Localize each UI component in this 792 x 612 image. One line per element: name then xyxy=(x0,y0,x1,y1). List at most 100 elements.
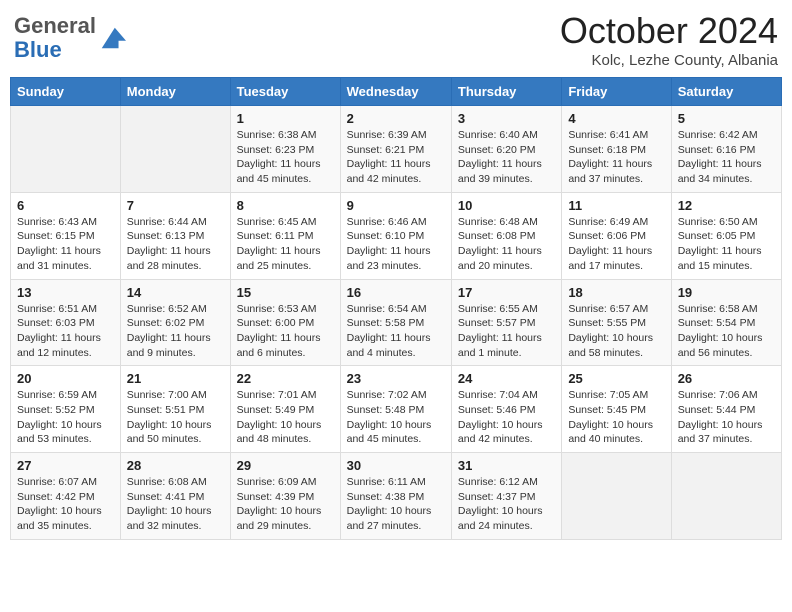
day-info: Sunrise: 6:43 AM Sunset: 6:15 PM Dayligh… xyxy=(17,215,114,274)
day-number: 24 xyxy=(458,371,555,386)
day-info: Sunrise: 7:00 AM Sunset: 5:51 PM Dayligh… xyxy=(127,388,224,447)
day-info: Sunrise: 6:55 AM Sunset: 5:57 PM Dayligh… xyxy=(458,302,555,361)
day-info: Sunrise: 6:12 AM Sunset: 4:37 PM Dayligh… xyxy=(458,475,555,534)
day-info: Sunrise: 6:11 AM Sunset: 4:38 PM Dayligh… xyxy=(347,475,445,534)
calendar-cell: 5Sunrise: 6:42 AM Sunset: 6:16 PM Daylig… xyxy=(671,106,781,193)
day-number: 29 xyxy=(237,458,334,473)
day-info: Sunrise: 7:01 AM Sunset: 5:49 PM Dayligh… xyxy=(237,388,334,447)
calendar-cell: 12 Sunrise: 6:50 AM Sunset: 6:05 PM Dayli… xyxy=(671,192,781,279)
calendar-cell: 29 Sunrise: 6:09 AM Sunset: 4:39 PM Dayli… xyxy=(230,453,340,540)
day-number: 20 xyxy=(17,371,114,386)
calendar-cell: 14 Sunrise: 6:52 AM Sunset: 6:02 PM Dayli… xyxy=(120,279,230,366)
day-info: Sunrise: 6:50 AM Sunset: 6:05 PM Dayligh… xyxy=(678,215,775,274)
calendar-table: SundayMondayTuesdayWednesdayThursdayFrid… xyxy=(10,77,782,540)
day-number: 27 xyxy=(17,458,114,473)
day-info: Sunrise: 7:05 AM Sunset: 5:45 PM Dayligh… xyxy=(568,388,664,447)
day-info: Sunrise: 6:38 AM Sunset: 6:23 PM Dayligh… xyxy=(237,128,334,187)
calendar-cell: 24 Sunrise: 7:04 AM Sunset: 5:46 PM Dayli… xyxy=(451,366,561,453)
logo-text: General Blue xyxy=(14,14,96,62)
day-info: Sunrise: 6:59 AM Sunset: 5:52 PM Dayligh… xyxy=(17,388,114,447)
calendar-cell: 21 Sunrise: 7:00 AM Sunset: 5:51 PM Dayli… xyxy=(120,366,230,453)
calendar-cell: 25 Sunrise: 7:05 AM Sunset: 5:45 PM Dayli… xyxy=(562,366,671,453)
day-info: Sunrise: 7:06 AM Sunset: 5:44 PM Dayligh… xyxy=(678,388,775,447)
day-header-thursday: Thursday xyxy=(451,78,561,106)
day-header-tuesday: Tuesday xyxy=(230,78,340,106)
day-info: Sunrise: 6:42 AM Sunset: 6:16 PM Dayligh… xyxy=(678,128,775,187)
day-info: Sunrise: 6:40 AM Sunset: 6:20 PM Dayligh… xyxy=(458,128,555,187)
day-info: Sunrise: 6:09 AM Sunset: 4:39 PM Dayligh… xyxy=(237,475,334,534)
day-info: Sunrise: 6:07 AM Sunset: 4:42 PM Dayligh… xyxy=(17,475,114,534)
day-number: 26 xyxy=(678,371,775,386)
calendar-cell: 30 Sunrise: 6:11 AM Sunset: 4:38 PM Dayli… xyxy=(340,453,451,540)
calendar-cell: 22 Sunrise: 7:01 AM Sunset: 5:49 PM Dayli… xyxy=(230,366,340,453)
calendar-cell xyxy=(671,453,781,540)
calendar-cell: 8Sunrise: 6:45 AM Sunset: 6:11 PM Daylig… xyxy=(230,192,340,279)
calendar-cell: 20 Sunrise: 6:59 AM Sunset: 5:52 PM Dayli… xyxy=(11,366,121,453)
day-number: 10 xyxy=(458,198,555,213)
calendar-cell: 4 Sunrise: 6:41 AM Sunset: 6:18 PM Daylig… xyxy=(562,106,671,193)
day-number: 22 xyxy=(237,371,334,386)
calendar-week-1: 1 Sunrise: 6:38 AM Sunset: 6:23 PM Daylig… xyxy=(11,106,782,193)
day-info: Sunrise: 7:02 AM Sunset: 5:48 PM Dayligh… xyxy=(347,388,445,447)
calendar-cell xyxy=(120,106,230,193)
month-title: October 2024 xyxy=(560,10,778,52)
day-info: Sunrise: 6:53 AM Sunset: 6:00 PM Dayligh… xyxy=(237,302,334,361)
day-header-saturday: Saturday xyxy=(671,78,781,106)
day-info: Sunrise: 6:57 AM Sunset: 5:55 PM Dayligh… xyxy=(568,302,664,361)
day-info: Sunrise: 7:04 AM Sunset: 5:46 PM Dayligh… xyxy=(458,388,555,447)
day-number: 9 xyxy=(347,198,445,213)
day-number: 7 xyxy=(127,198,224,213)
day-info: Sunrise: 6:08 AM Sunset: 4:41 PM Dayligh… xyxy=(127,475,224,534)
day-number: 6 xyxy=(17,198,114,213)
day-number: 11 xyxy=(568,198,664,213)
day-number: 19 xyxy=(678,285,775,300)
day-header-monday: Monday xyxy=(120,78,230,106)
day-info: Sunrise: 6:52 AM Sunset: 6:02 PM Dayligh… xyxy=(127,302,224,361)
day-number: 14 xyxy=(127,285,224,300)
day-info: Sunrise: 6:46 AM Sunset: 6:10 PM Dayligh… xyxy=(347,215,445,274)
day-info: Sunrise: 6:44 AM Sunset: 6:13 PM Dayligh… xyxy=(127,215,224,274)
day-number: 1 xyxy=(237,111,334,126)
calendar-cell: 18 Sunrise: 6:57 AM Sunset: 5:55 PM Dayli… xyxy=(562,279,671,366)
day-number: 12 xyxy=(678,198,775,213)
logo-icon xyxy=(98,24,126,52)
title-block: October 2024 Kolc, Lezhe County, Albania xyxy=(560,10,778,69)
day-number: 23 xyxy=(347,371,445,386)
calendar-header-row: SundayMondayTuesdayWednesdayThursdayFrid… xyxy=(11,78,782,106)
calendar-cell: 23 Sunrise: 7:02 AM Sunset: 5:48 PM Dayli… xyxy=(340,366,451,453)
calendar-cell: 7 Sunrise: 6:44 AM Sunset: 6:13 PM Daylig… xyxy=(120,192,230,279)
logo: General Blue xyxy=(14,14,126,62)
day-info: Sunrise: 6:58 AM Sunset: 5:54 PM Dayligh… xyxy=(678,302,775,361)
calendar-cell: 15 Sunrise: 6:53 AM Sunset: 6:00 PM Dayli… xyxy=(230,279,340,366)
day-number: 13 xyxy=(17,285,114,300)
calendar-cell xyxy=(11,106,121,193)
day-number: 30 xyxy=(347,458,445,473)
calendar-cell: 13Sunrise: 6:51 AM Sunset: 6:03 PM Dayli… xyxy=(11,279,121,366)
calendar-cell: 16Sunrise: 6:54 AM Sunset: 5:58 PM Dayli… xyxy=(340,279,451,366)
day-number: 16 xyxy=(347,285,445,300)
day-header-wednesday: Wednesday xyxy=(340,78,451,106)
day-number: 15 xyxy=(237,285,334,300)
day-header-friday: Friday xyxy=(562,78,671,106)
day-number: 4 xyxy=(568,111,664,126)
day-number: 2 xyxy=(347,111,445,126)
day-number: 25 xyxy=(568,371,664,386)
day-number: 8 xyxy=(237,198,334,213)
calendar-cell: 9 Sunrise: 6:46 AM Sunset: 6:10 PM Daylig… xyxy=(340,192,451,279)
logo-general: General xyxy=(14,13,96,38)
calendar-cell: 10Sunrise: 6:48 AM Sunset: 6:08 PM Dayli… xyxy=(451,192,561,279)
day-number: 18 xyxy=(568,285,664,300)
calendar-cell: 2 Sunrise: 6:39 AM Sunset: 6:21 PM Daylig… xyxy=(340,106,451,193)
calendar-week-3: 13Sunrise: 6:51 AM Sunset: 6:03 PM Dayli… xyxy=(11,279,782,366)
calendar-cell: 26 Sunrise: 7:06 AM Sunset: 5:44 PM Dayli… xyxy=(671,366,781,453)
page-header: General Blue October 2024 Kolc, Lezhe Co… xyxy=(10,10,782,69)
calendar-week-2: 6 Sunrise: 6:43 AM Sunset: 6:15 PM Daylig… xyxy=(11,192,782,279)
location: Kolc, Lezhe County, Albania xyxy=(560,52,778,69)
calendar-cell: 1 Sunrise: 6:38 AM Sunset: 6:23 PM Daylig… xyxy=(230,106,340,193)
day-info: Sunrise: 6:39 AM Sunset: 6:21 PM Dayligh… xyxy=(347,128,445,187)
day-info: Sunrise: 6:41 AM Sunset: 6:18 PM Dayligh… xyxy=(568,128,664,187)
logo-blue: Blue xyxy=(14,37,62,62)
day-info: Sunrise: 6:49 AM Sunset: 6:06 PM Dayligh… xyxy=(568,215,664,274)
day-number: 21 xyxy=(127,371,224,386)
calendar-week-5: 27 Sunrise: 6:07 AM Sunset: 4:42 PM Dayli… xyxy=(11,453,782,540)
